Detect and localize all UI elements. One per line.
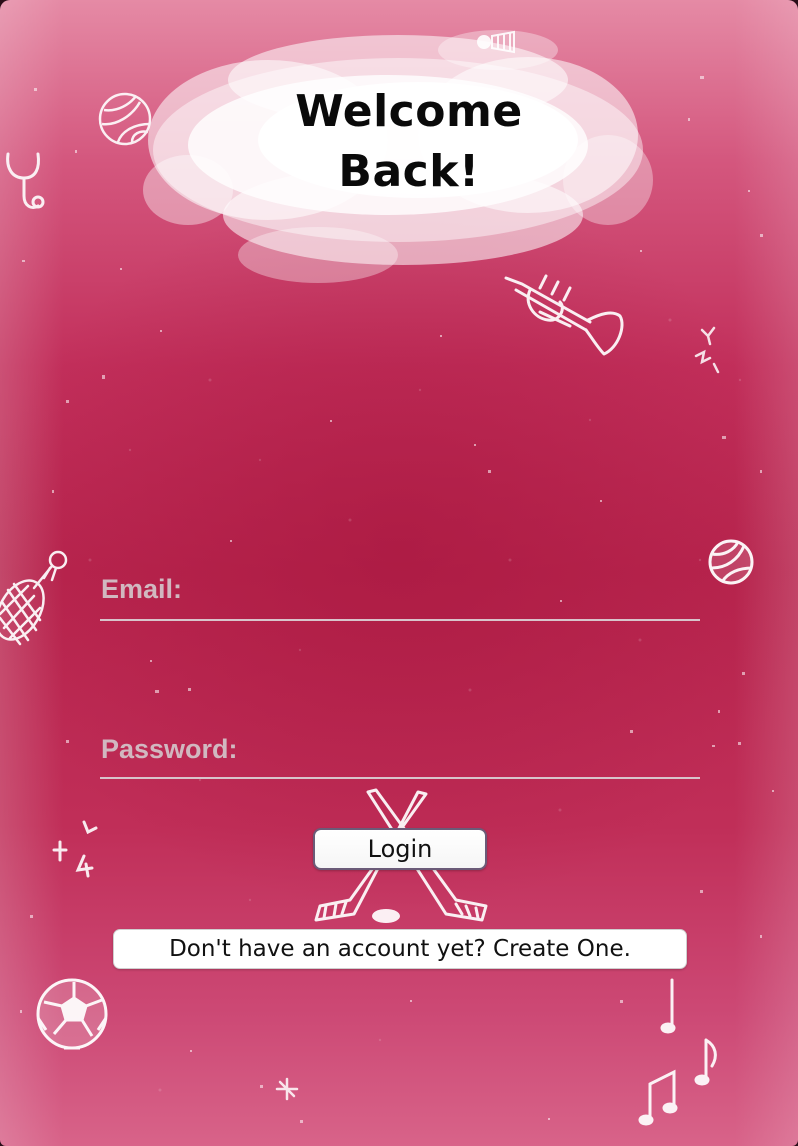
sparkle-icon	[275, 1077, 299, 1101]
stethoscope-icon	[6, 152, 45, 210]
login-button[interactable]: Login	[313, 828, 487, 870]
sparkle-icon	[52, 820, 98, 878]
login-window: Welcome Back! Email: Password: Login Don…	[0, 0, 798, 1146]
soccer-ball-icon	[36, 978, 108, 1050]
password-field[interactable]	[100, 737, 700, 779]
badminton-racket-icon	[0, 550, 68, 646]
volleyball-icon	[708, 539, 754, 585]
title-line-2: Back!	[338, 146, 480, 197]
page-title: Welcome Back!	[218, 82, 600, 202]
email-field[interactable]	[100, 579, 700, 621]
title-line-1: Welcome	[295, 86, 523, 137]
music-notes-icon	[638, 978, 717, 1126]
sparkle-icon	[694, 326, 720, 374]
create-account-button[interactable]: Don't have an account yet? Create One.	[113, 929, 687, 969]
